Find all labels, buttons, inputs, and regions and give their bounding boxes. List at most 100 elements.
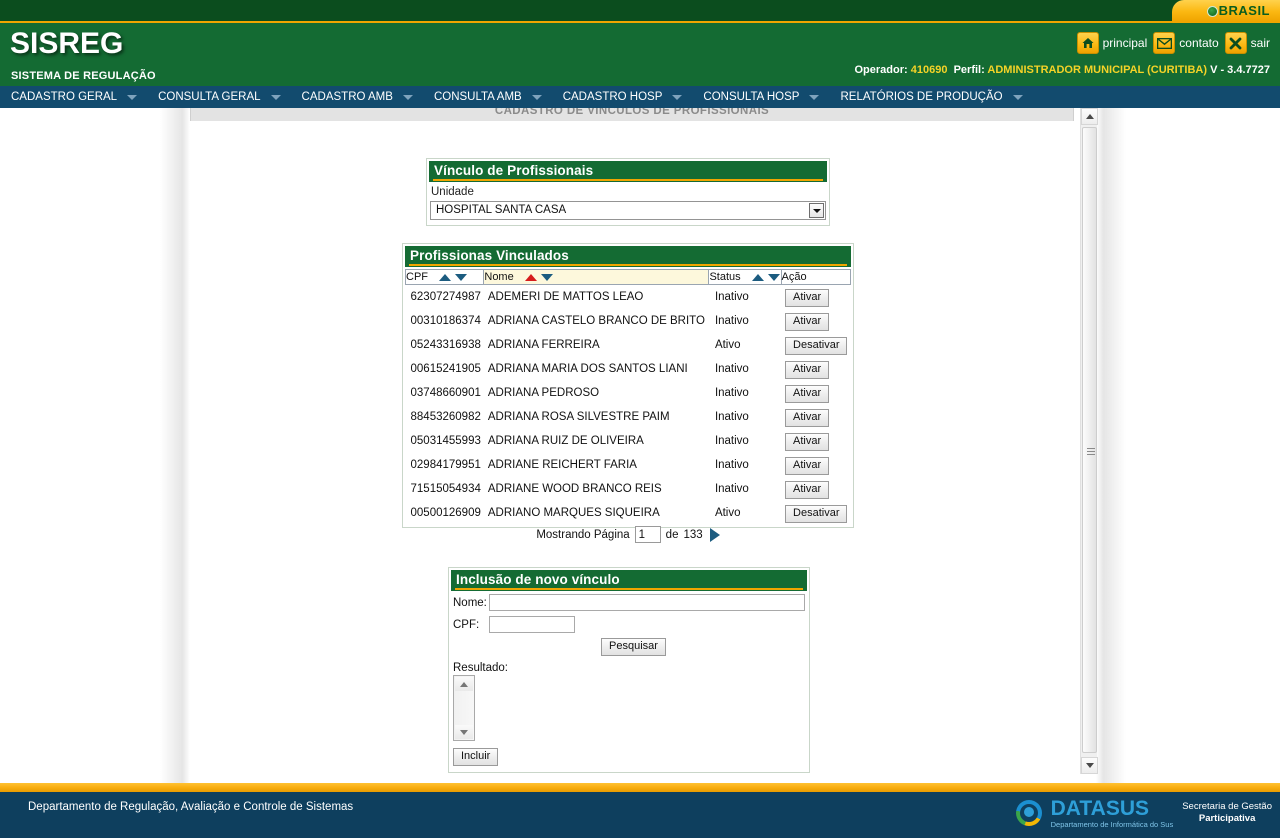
nome-input[interactable] xyxy=(488,594,805,611)
vinculo-panel-title: Vínculo de Profissionais xyxy=(434,163,594,178)
resultado-listbox[interactable] xyxy=(453,675,475,741)
chevron-down-icon xyxy=(1012,94,1023,100)
nav-consulta-hosp-label: CONSULTA HOSP xyxy=(703,91,800,103)
profissionais-panel: Profissionas Vinculados CPF Nome Status … xyxy=(402,243,854,528)
chevron-down-icon xyxy=(809,94,820,100)
chevron-down-icon xyxy=(672,94,683,100)
row-action-button[interactable]: Ativar xyxy=(785,433,830,451)
cell-status: Inativo xyxy=(714,483,749,495)
scrollbar-down-button[interactable] xyxy=(1081,757,1098,774)
title-underline xyxy=(455,588,803,590)
cell-nome: ADRIANA PEDROSO xyxy=(487,387,600,399)
sort-controls-nome xyxy=(524,273,553,281)
datasus-logo: DATASUS Departamento de Informática do S… xyxy=(1015,798,1272,829)
row-action-button[interactable]: Ativar xyxy=(785,313,830,331)
vinculo-panel: Vínculo de Profissionais Unidade HOSPITA… xyxy=(426,158,830,226)
unidade-label: Unidade xyxy=(431,186,474,198)
profile-value: ADMINISTRADOR MUNICIPAL (CURITIBA) xyxy=(987,64,1207,76)
scrollbar-up-button[interactable] xyxy=(1081,108,1098,125)
chevron-down-icon[interactable] xyxy=(809,203,824,218)
cell-nome: ADRIANA RUIZ DE OLIVEIRA xyxy=(487,435,644,447)
nav-cadastro-amb[interactable]: CADASTRO AMB xyxy=(291,86,423,108)
row-action-button[interactable]: Ativar xyxy=(785,361,830,379)
footer-gold-divider xyxy=(0,783,1280,792)
scrollbar-thumb[interactable] xyxy=(1082,127,1097,753)
profissionais-table: CPF Nome Status Ação 62307274987 ADEMERI… xyxy=(404,269,852,525)
header-link-principal[interactable]: principal xyxy=(1076,32,1148,54)
operator-value: 410690 xyxy=(910,64,948,76)
row-action-button[interactable]: Desativar xyxy=(785,505,848,523)
row-action-button[interactable]: Desativar xyxy=(785,337,848,355)
row-action-button[interactable]: Ativar xyxy=(785,457,830,475)
cell-nome: ADRIANA FERREIRA xyxy=(487,339,600,351)
page-scrollbar[interactable] xyxy=(1080,108,1098,774)
header-link-principal-label: principal xyxy=(1102,36,1148,50)
cell-status: Inativo xyxy=(714,459,749,471)
datasus-wordmark: DATASUS Departamento de Informática do S… xyxy=(1051,798,1174,829)
sort-desc-icon[interactable] xyxy=(455,273,468,281)
pagination: Mostrando Página de 133 xyxy=(402,526,854,543)
cell-cpf: 00615241905 xyxy=(410,363,481,375)
sgp-line-2: Participativa xyxy=(1198,813,1256,825)
unidade-select[interactable]: HOSPITAL SANTA CASA xyxy=(430,201,826,220)
table-row: 00500126909 ADRIANO MARQUES SIQUEIRA Ativo… xyxy=(406,501,851,525)
sort-desc-icon[interactable] xyxy=(767,273,780,281)
title-underline xyxy=(433,179,823,181)
sort-asc-icon[interactable] xyxy=(524,273,537,281)
incluir-button[interactable]: Incluir xyxy=(453,748,499,766)
cell-cpf: 62307274987 xyxy=(410,291,481,303)
cell-nome: ADRIANE REICHERT FARIA xyxy=(487,459,637,471)
table-header-row: CPF Nome Status Ação xyxy=(404,269,852,285)
cell-acao: Ativar xyxy=(781,477,850,501)
row-action-button[interactable]: Ativar xyxy=(785,289,830,307)
inclusao-panel-header: Inclusão de novo vínculo xyxy=(451,570,807,591)
sort-asc-icon[interactable] xyxy=(439,273,452,281)
resultado-label: Resultado: xyxy=(453,662,508,674)
nav-consulta-geral[interactable]: CONSULTA GERAL xyxy=(147,86,290,108)
row-action-button[interactable]: Ativar xyxy=(785,385,830,403)
sort-asc-icon[interactable] xyxy=(751,273,764,281)
chevron-down-icon xyxy=(531,94,542,100)
right-edge-shadow xyxy=(1096,108,1126,783)
envelope-icon xyxy=(1153,32,1176,54)
nav-cadastro-geral[interactable]: CADASTRO GERAL xyxy=(0,86,147,108)
cell-nome: ADRIANA MARIA DOS SANTOS LIANI xyxy=(487,363,688,375)
next-page-icon[interactable] xyxy=(709,527,720,542)
cell-status: Inativo xyxy=(714,291,749,303)
header-link-sair[interactable]: sair xyxy=(1224,32,1270,54)
cell-status: Ativo xyxy=(714,507,741,519)
pesquisar-button[interactable]: Pesquisar xyxy=(601,638,666,656)
vinculo-panel-header: Vínculo de Profissionais xyxy=(429,161,827,182)
nav-consulta-hosp[interactable]: CONSULTA HOSP xyxy=(692,86,829,108)
page-title-text: CADASTRO DE VÍNCULOS DE PROFISSIONAIS xyxy=(494,108,770,117)
header-link-contato[interactable]: contato xyxy=(1153,32,1219,54)
nav-consulta-geral-label: CONSULTA GERAL xyxy=(158,91,261,103)
sort-desc-icon[interactable] xyxy=(540,273,553,281)
cpf-input[interactable] xyxy=(489,616,575,633)
close-icon xyxy=(1224,32,1247,54)
sgp-line-1: Secretaria de Gestão xyxy=(1182,801,1272,813)
cell-nome: ADRIANA CASTELO BRANCO DE BRITO xyxy=(487,315,705,327)
row-action-button[interactable]: Ativar xyxy=(785,481,830,499)
page-title: CADASTRO DE VÍNCULOS DE PROFISSIONAIS xyxy=(190,108,1074,121)
nav-relatorios-producao[interactable]: RELATÓRIOS DE PRODUÇÃO xyxy=(829,86,1032,108)
datasus-mark-icon xyxy=(1015,800,1042,827)
cell-status: Inativo xyxy=(714,435,749,447)
table-row: 00310186374 ADRIANA CASTELO BRANCO DE BRI… xyxy=(406,309,851,333)
column-header-nome-label: Nome xyxy=(484,271,514,283)
cell-cpf: 88453260982 xyxy=(410,411,481,423)
pagination-prefix: Mostrando Página xyxy=(536,528,630,541)
scroll-up-icon[interactable] xyxy=(455,677,473,691)
chevron-down-icon xyxy=(127,94,138,100)
nav-consulta-amb[interactable]: CONSULTA AMB xyxy=(423,86,552,108)
cell-status: Ativo xyxy=(714,339,741,351)
cell-acao: Desativar xyxy=(781,333,850,357)
left-edge-shadow xyxy=(160,108,190,783)
profile-label: Perfil: xyxy=(953,64,985,76)
scrollbar-grip-icon xyxy=(1087,448,1095,457)
table-row: 71515054934 ADRIANE WOOD BRANCO REIS Inati… xyxy=(406,477,851,501)
scroll-down-icon[interactable] xyxy=(455,725,473,739)
nav-cadastro-hosp[interactable]: CADASTRO HOSP xyxy=(552,86,693,108)
page-number-input[interactable] xyxy=(634,526,661,543)
row-action-button[interactable]: Ativar xyxy=(785,409,830,427)
